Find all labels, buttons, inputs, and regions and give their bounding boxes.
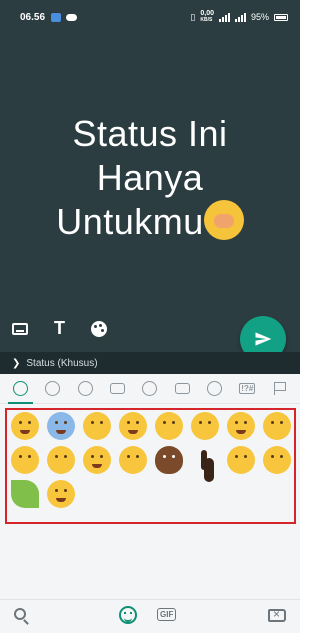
flags-tab[interactable] xyxy=(271,380,288,397)
data-speed: 0,00 KB/S xyxy=(200,10,214,24)
signal-icon xyxy=(218,12,230,22)
palette-icon[interactable] xyxy=(91,320,107,337)
send-icon xyxy=(255,332,272,346)
slightly-smiling-face-emoji[interactable] xyxy=(227,412,255,440)
data-speed-unit: KB/S xyxy=(200,17,213,23)
status-text-line: Untukmu xyxy=(56,201,204,242)
face-with-open-eyes-hand-over-mouth-emoji[interactable] xyxy=(47,446,75,474)
smirking-face-emoji[interactable] xyxy=(263,446,291,474)
face-holding-back-tears-emoji[interactable] xyxy=(119,412,147,440)
rolling-on-floor-laughing-emoji[interactable] xyxy=(47,480,75,508)
flag-icon xyxy=(273,382,286,395)
emoji-category-tabs: !?# xyxy=(0,374,300,404)
hand-over-mouth-emoji xyxy=(203,200,244,240)
backhand-index-pointing-up-emoji[interactable] xyxy=(191,446,219,474)
clock: 06.56 xyxy=(20,11,46,23)
battery-icon xyxy=(274,13,288,21)
status-text-line: Hanya xyxy=(96,157,204,198)
activity-tab[interactable] xyxy=(141,380,158,397)
emoji-grid-area xyxy=(0,404,300,599)
leaf-emoji[interactable] xyxy=(11,480,39,508)
signal-icon-2 xyxy=(234,12,246,22)
chevron-right-icon: ❯ xyxy=(12,357,21,369)
vibrate-icon: ▯ xyxy=(190,11,196,22)
gallery-notification-icon xyxy=(51,12,62,22)
battery-percent: 95% xyxy=(250,12,269,22)
animals-tab[interactable] xyxy=(77,380,94,397)
clock-icon xyxy=(12,381,28,396)
symbols-icon: !?# xyxy=(239,383,256,394)
gif-tab[interactable]: GIF xyxy=(157,608,177,621)
objects-tab[interactable] xyxy=(206,380,223,397)
emoji-bottom-bar: GIF xyxy=(0,599,300,633)
recent-tab[interactable] xyxy=(7,380,33,404)
smiling-face-with-hand-emoji[interactable] xyxy=(11,446,39,474)
anxious-face-with-sweat-emoji[interactable] xyxy=(47,412,75,440)
kissing-face-emoji[interactable] xyxy=(191,412,219,440)
face-with-tears-of-joy-emoji[interactable] xyxy=(11,412,39,440)
food-tab[interactable] xyxy=(109,380,126,397)
partying-face-emoji[interactable] xyxy=(119,446,147,474)
backspace-icon[interactable] xyxy=(268,607,286,622)
data-speed-value: 0,00 xyxy=(200,10,214,17)
cloud-notification-icon xyxy=(66,13,78,21)
text-style-icon[interactable]: T xyxy=(54,318,65,339)
grinning-face-emoji[interactable] xyxy=(83,446,111,474)
smileys-tab[interactable] xyxy=(44,380,61,397)
face-with-hand-over-mouth-emoji[interactable] xyxy=(83,412,111,440)
audience-label: Status (Khusus) xyxy=(26,357,98,369)
travel-tab[interactable] xyxy=(174,380,191,397)
face-without-mouth-emoji[interactable] xyxy=(263,412,291,440)
bulb-icon xyxy=(207,381,223,396)
system-status-bar: 06.56 ▯ 0,00 KB/S 95% xyxy=(0,0,300,34)
bear-icon xyxy=(77,381,93,396)
smiley-icon xyxy=(45,381,61,396)
status-text-line: Status Ini xyxy=(72,113,228,154)
pile-of-poo-emoji[interactable] xyxy=(155,446,183,474)
search-icon[interactable] xyxy=(14,608,26,620)
car-icon xyxy=(174,383,190,394)
emoji-tab-icon[interactable] xyxy=(119,606,137,624)
face-with-raised-eyebrow-emoji[interactable] xyxy=(155,412,183,440)
cup-icon xyxy=(110,383,126,394)
keyboard-icon[interactable] xyxy=(12,322,28,335)
composer-tools: T xyxy=(12,318,107,339)
recent-emoji-grid xyxy=(7,412,295,508)
slightly-frowning-face-emoji[interactable] xyxy=(227,446,255,474)
status-text[interactable]: Status Ini Hanya Untukmu xyxy=(0,112,300,244)
text-status-composer[interactable]: Status Ini Hanya Untukmu T xyxy=(0,34,300,362)
status-audience-bar[interactable]: ❯ Status (Khusus) xyxy=(0,352,300,374)
ball-icon xyxy=(142,381,158,396)
symbols-tab[interactable]: !?# xyxy=(239,380,256,397)
